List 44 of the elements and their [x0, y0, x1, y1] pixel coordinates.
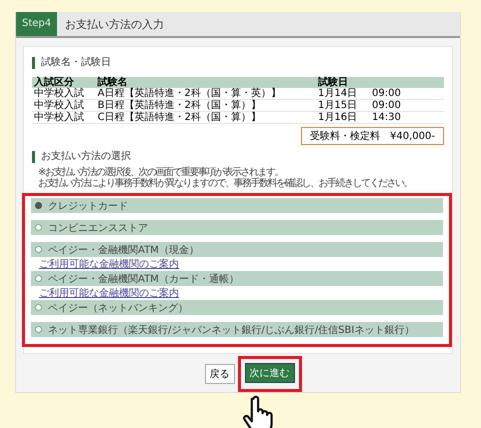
radio-button[interactable] — [35, 326, 42, 333]
table-cell: 1月14日 — [316, 88, 370, 100]
payment-option[interactable]: ペイジー・金融機関ATM（カード・通帳） — [31, 271, 443, 286]
table-cell: B日程【英語特進・2科（国・算）】 — [96, 100, 316, 112]
radio-button[interactable] — [35, 246, 42, 253]
column-header: 試験名 — [96, 77, 316, 88]
table-cell: 09:00 — [370, 88, 444, 100]
column-header: 試験日 — [316, 77, 370, 88]
section-title: 試験名・試験日 — [32, 57, 444, 69]
table-cell: 14:30 — [370, 112, 444, 124]
payment-option[interactable]: コンビニエンスストア — [31, 220, 443, 235]
table-cell: 中学校入試 — [32, 100, 96, 112]
option-label: コンビニエンスストア — [48, 222, 148, 234]
table-cell: 1月15日 — [316, 100, 370, 112]
info-link[interactable]: ご利用可能な金融機関のご案内 — [39, 257, 179, 271]
radio-button[interactable] — [35, 275, 42, 282]
next-button[interactable]: 次に進む — [244, 363, 294, 383]
step-label: Step4 — [16, 12, 58, 36]
section-title: お支払い方法の選択 — [32, 151, 444, 163]
option-label: クレジットカード — [48, 200, 128, 212]
option-label: ペイジー（ネットバンキング） — [48, 302, 188, 314]
payment-option[interactable]: クレジットカード — [31, 198, 443, 213]
table-cell: 中学校入試 — [32, 88, 96, 100]
table-cell: A日程【英語特進・2科（国・算・英）】 — [96, 88, 316, 100]
radio-button[interactable] — [35, 202, 42, 209]
back-button[interactable]: 戻る — [204, 364, 234, 384]
table-cell: 中学校入試 — [32, 112, 96, 124]
payment-option[interactable]: ペイジー・金融機関ATM（現金） — [31, 242, 443, 257]
table-cell: C日程【英語特進・2科（国・算）】 — [96, 112, 316, 124]
note-text: お支払い方法により事務手数料が異なりますので、事務手数料を確認し、お手続きしてください。 — [38, 178, 413, 189]
option-label: ネット専業銀行（楽天銀行/ジャパンネット銀行/じぶん銀行/住信SBIネット銀行） — [48, 324, 414, 336]
info-link[interactable]: ご利用可能な金融機関のご案内 — [39, 286, 179, 300]
payment-option[interactable]: ネット専業銀行（楽天銀行/ジャパンネット銀行/じぶん銀行/住信SBIネット銀行） — [31, 322, 443, 337]
column-header: 入試区分 — [32, 77, 96, 88]
note-text: ※お支払い方法の選択後、次の画面で重要事項が表示されます。 — [38, 167, 284, 178]
fee-total: 受験料・検定料 ¥40,000- — [301, 127, 444, 145]
radio-button[interactable] — [35, 224, 42, 231]
page-title: お支払い方法の入力 — [65, 16, 164, 32]
table-cell: 1月16日 — [316, 112, 370, 124]
table-cell: 09:00 — [370, 100, 444, 112]
radio-button[interactable] — [35, 304, 42, 311]
option-label: ペイジー・金融機関ATM（カード・通帳） — [48, 272, 239, 286]
option-label: ペイジー・金融機関ATM（現金） — [48, 244, 199, 256]
payment-option[interactable]: ペイジー（ネットバンキング） — [31, 300, 443, 315]
